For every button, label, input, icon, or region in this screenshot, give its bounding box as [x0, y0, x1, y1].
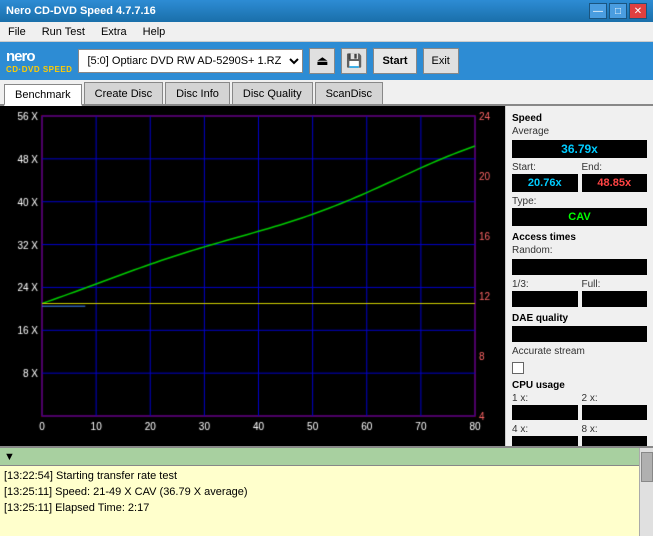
- cpu-8x-value: [582, 436, 648, 446]
- one-third-value: [512, 291, 578, 307]
- tab-disc-quality[interactable]: Disc Quality: [232, 82, 313, 104]
- menu-run-test[interactable]: Run Test: [38, 24, 89, 40]
- access-times-header: Access times: [512, 232, 647, 243]
- log-line-2: [13:25:11] Elapsed Time: 2:17: [4, 500, 635, 516]
- save-icon: 💾: [346, 53, 362, 69]
- log-area: ▼ [13:22:54] Starting transfer rate test…: [0, 446, 653, 536]
- logo-text: nero: [6, 48, 72, 65]
- cpu-1x-value: [512, 405, 578, 420]
- menu-extra[interactable]: Extra: [97, 24, 131, 40]
- log-scrollbar[interactable]: [639, 448, 653, 536]
- window-controls: — □ ✕: [589, 3, 647, 19]
- cpu-2x-value: [582, 405, 648, 420]
- accurate-stream-checkbox[interactable]: [512, 362, 524, 374]
- cpu-8x-label: 8 x:: [582, 424, 648, 435]
- end-speed-value: 48.85x: [582, 174, 648, 192]
- cpu-1x-label: 1 x:: [512, 393, 578, 404]
- accurate-stream-row: [512, 362, 647, 374]
- start-speed-value: 20.76x: [512, 174, 578, 192]
- tab-create-disc[interactable]: Create Disc: [84, 82, 163, 104]
- full-label: Full:: [582, 279, 648, 290]
- start-button[interactable]: Start: [373, 48, 416, 74]
- toolbar: nero CD·DVD SPEED [5:0] Optiarc DVD RW A…: [0, 42, 653, 80]
- save-button[interactable]: 💾: [341, 48, 367, 74]
- benchmark-chart: [0, 106, 505, 446]
- log-header: ▼: [0, 448, 639, 466]
- logo-sub: CD·DVD SPEED: [6, 65, 72, 74]
- drive-select[interactable]: [5:0] Optiarc DVD RW AD-5290S+ 1.RZ: [78, 49, 303, 73]
- exit-button[interactable]: Exit: [423, 48, 459, 74]
- right-panel: Speed Average 36.79x Start: 20.76x End: …: [505, 106, 653, 446]
- random-value: [512, 259, 647, 275]
- dae-value: [512, 326, 647, 342]
- chart-area: [0, 106, 505, 446]
- tab-benchmark[interactable]: Benchmark: [4, 84, 82, 106]
- one-third-label: 1/3:: [512, 279, 578, 290]
- log-header-text: ▼: [4, 451, 15, 463]
- content-row: Speed Average 36.79x Start: 20.76x End: …: [0, 106, 653, 446]
- close-button[interactable]: ✕: [629, 3, 647, 19]
- title-bar: Nero CD-DVD Speed 4.7.7.16 — □ ✕: [0, 0, 653, 22]
- type-value: CAV: [512, 208, 647, 226]
- maximize-button[interactable]: □: [609, 3, 627, 19]
- tab-bar: Benchmark Create Disc Disc Info Disc Qua…: [0, 80, 653, 106]
- window-title: Nero CD-DVD Speed 4.7.7.16: [6, 5, 156, 17]
- log-line-0: [13:22:54] Starting transfer rate test: [4, 468, 635, 484]
- random-label: Random:: [512, 245, 647, 256]
- cpu-4x-value: [512, 436, 578, 446]
- full-value: [582, 291, 648, 307]
- log-main: ▼ [13:22:54] Starting transfer rate test…: [0, 448, 639, 536]
- speed-section-header: Speed: [512, 113, 647, 124]
- log-line-1: [13:25:11] Speed: 21-49 X CAV (36.79 X a…: [4, 484, 635, 500]
- accurate-stream-label: Accurate stream: [512, 346, 647, 357]
- start-speed-label: Start:: [512, 162, 578, 173]
- tab-scan-disc[interactable]: ScanDisc: [315, 82, 383, 104]
- cpu-4x-label: 4 x:: [512, 424, 578, 435]
- dae-quality-header: DAE quality: [512, 313, 647, 324]
- eject-button[interactable]: ⏏: [309, 48, 335, 74]
- main-wrapper: Speed Average 36.79x Start: 20.76x End: …: [0, 106, 653, 536]
- type-label: Type:: [512, 196, 647, 207]
- average-label: Average: [512, 126, 647, 137]
- average-value: 36.79x: [512, 140, 647, 158]
- logo: nero CD·DVD SPEED: [6, 48, 72, 74]
- menu-bar: File Run Test Extra Help: [0, 22, 653, 42]
- tab-disc-info[interactable]: Disc Info: [165, 82, 230, 104]
- eject-icon: ⏏: [316, 53, 328, 69]
- menu-file[interactable]: File: [4, 24, 30, 40]
- minimize-button[interactable]: —: [589, 3, 607, 19]
- menu-help[interactable]: Help: [139, 24, 170, 40]
- scroll-thumb[interactable]: [641, 452, 653, 482]
- end-speed-label: End:: [582, 162, 648, 173]
- log-content: [13:22:54] Starting transfer rate test […: [0, 466, 639, 536]
- cpu-usage-header: CPU usage: [512, 380, 647, 391]
- cpu-2x-label: 2 x:: [582, 393, 648, 404]
